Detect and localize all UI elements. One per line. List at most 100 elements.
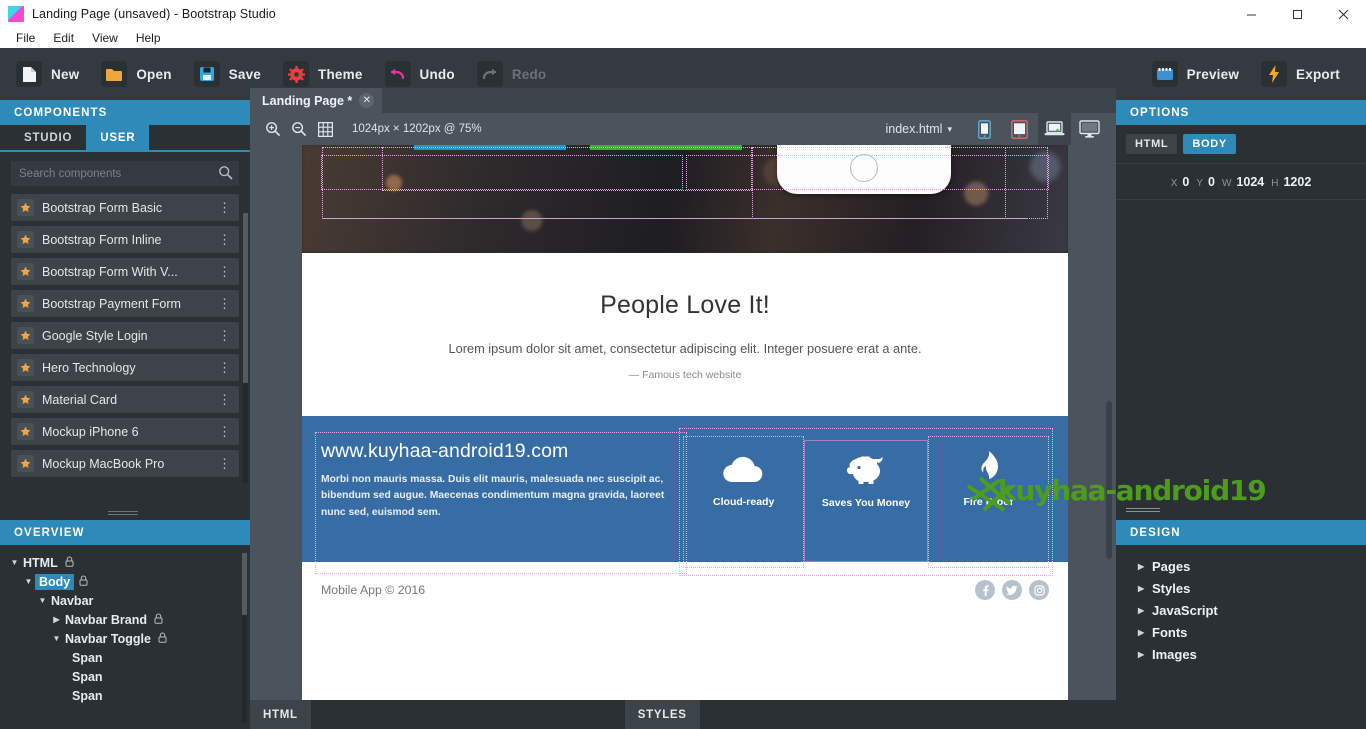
coord-value[interactable]: 0 <box>1208 175 1215 189</box>
list-item[interactable]: Bootstrap Form Inline ⋮ <box>11 226 239 253</box>
tree-node-span[interactable]: Span <box>0 667 250 686</box>
row-menu-icon[interactable]: ⋮ <box>218 392 233 408</box>
open-button[interactable]: Open <box>95 56 183 92</box>
facebook-icon[interactable] <box>975 580 995 600</box>
options-tab-body[interactable]: BODY <box>1183 134 1236 154</box>
menu-edit[interactable]: Edit <box>44 28 83 48</box>
zoom-out-icon[interactable] <box>286 116 312 142</box>
document-tab[interactable]: Landing Page * ✕ <box>250 88 383 113</box>
tree-node-span[interactable]: Span <box>0 686 250 705</box>
row-menu-icon[interactable]: ⋮ <box>218 360 233 376</box>
undo-button[interactable]: Undo <box>379 56 467 92</box>
page-preview[interactable]: People Love It! Lorem ipsum dolor sit am… <box>302 145 1068 703</box>
file-select[interactable]: index.html ▾ <box>885 122 952 136</box>
zoom-in-icon[interactable] <box>260 116 286 142</box>
tab-html[interactable]: HTML <box>250 700 311 729</box>
close-icon[interactable]: ✕ <box>359 93 375 108</box>
redo-button[interactable]: Redo <box>471 56 559 92</box>
coord-value[interactable]: 0 <box>1182 175 1189 189</box>
iphone-mockup[interactable] <box>777 145 951 194</box>
list-item[interactable]: Material Card ⋮ <box>11 386 239 413</box>
canvas-toolbar: 1024px × 1202px @ 75% index.html ▾ <box>250 113 1116 145</box>
options-tab-html[interactable]: HTML <box>1126 134 1178 154</box>
twitter-icon[interactable] <box>1002 580 1022 600</box>
list-item[interactable]: Bootstrap Payment Form ⋮ <box>11 290 239 317</box>
theme-button-label: Theme <box>318 66 363 82</box>
design-item-pages[interactable]: ▶ Pages <box>1116 555 1366 577</box>
components-resize-handle[interactable] <box>108 509 138 515</box>
device-desktop-button[interactable] <box>1073 113 1106 145</box>
maximize-button[interactable] <box>1274 0 1320 28</box>
testimonial-section[interactable]: People Love It! Lorem ipsum dolor sit am… <box>302 253 1068 416</box>
preview-button[interactable]: Preview <box>1146 56 1251 92</box>
chevron-right-icon[interactable]: ▶ <box>1138 628 1152 637</box>
chevron-right-icon[interactable]: ▶ <box>1138 606 1152 615</box>
close-button[interactable] <box>1320 0 1366 28</box>
feature-cloud-ready[interactable]: Cloud-ready <box>683 436 805 568</box>
search-input[interactable] <box>11 161 239 186</box>
minimize-button[interactable] <box>1228 0 1274 28</box>
hero-success-button[interactable] <box>590 145 742 150</box>
chevron-down-icon[interactable]: ▼ <box>22 577 35 586</box>
tab-user[interactable]: USER <box>86 125 150 150</box>
tree-node-span[interactable]: Span <box>0 648 250 667</box>
search-icon[interactable] <box>218 165 233 185</box>
list-item[interactable]: Mockup iPhone 6 ⋮ <box>11 418 239 445</box>
grid-icon[interactable] <box>312 116 338 142</box>
tree-node-navbar-toggle[interactable]: ▼ Navbar Toggle <box>0 629 250 648</box>
tree-node-body[interactable]: ▼ Body <box>0 572 250 591</box>
chevron-down-icon[interactable]: ▼ <box>50 634 63 643</box>
tree-node-html[interactable]: ▼ HTML <box>0 553 250 572</box>
menu-help[interactable]: Help <box>127 28 170 48</box>
chevron-right-icon[interactable]: ▶ <box>50 615 63 624</box>
feature-saves-money[interactable]: Saves You Money <box>804 440 928 562</box>
tab-studio[interactable]: STUDIO <box>10 125 86 150</box>
band-text-column[interactable]: www.kuyhaa-android19.com Morbi non mauri… <box>315 432 687 574</box>
hero-section[interactable] <box>302 145 1068 253</box>
instagram-icon[interactable] <box>1029 580 1049 600</box>
list-item[interactable]: Bootstrap Form With V... ⋮ <box>11 258 239 285</box>
options-resize-handle[interactable] <box>1126 506 1160 512</box>
device-tablet-button[interactable] <box>1003 113 1036 145</box>
hero-primary-button[interactable] <box>414 145 566 150</box>
coord-value[interactable]: 1202 <box>1283 175 1311 189</box>
design-item-javascript[interactable]: ▶ JavaScript <box>1116 599 1366 621</box>
tree-node-navbar[interactable]: ▼ Navbar <box>0 591 250 610</box>
export-button[interactable]: Export <box>1255 56 1352 92</box>
design-item-styles[interactable]: ▶ Styles <box>1116 577 1366 599</box>
design-item-fonts[interactable]: ▶ Fonts <box>1116 621 1366 643</box>
row-menu-icon[interactable]: ⋮ <box>218 456 233 472</box>
coord-value[interactable]: 1024 <box>1236 175 1264 189</box>
canvas-vertical-scrollbar[interactable] <box>1106 401 1112 559</box>
list-item[interactable]: Bootstrap Form Basic ⋮ <box>11 194 239 221</box>
chevron-right-icon[interactable]: ▶ <box>1138 562 1152 571</box>
tab-styles[interactable]: STYLES <box>624 700 700 729</box>
feature-band-section[interactable]: www.kuyhaa-android19.com Morbi non mauri… <box>302 416 1068 576</box>
chevron-right-icon[interactable]: ▶ <box>1138 650 1152 659</box>
design-item-images[interactable]: ▶ Images <box>1116 643 1366 665</box>
feature-fire-proof[interactable]: Fire Proof <box>927 436 1049 568</box>
chevron-right-icon[interactable]: ▶ <box>1138 584 1152 593</box>
chevron-down-icon[interactable]: ▼ <box>36 596 49 605</box>
chevron-down-icon[interactable]: ▼ <box>8 558 21 567</box>
save-button[interactable]: Save <box>188 56 273 92</box>
tree-node-navbar-brand[interactable]: ▶ Navbar Brand <box>0 610 250 629</box>
row-menu-icon[interactable]: ⋮ <box>218 232 233 248</box>
list-item[interactable]: Hero Technology ⋮ <box>11 354 239 381</box>
page-footer-section[interactable]: Mobile App © 2016 <box>302 155 1068 618</box>
overview-scrollbar-thumb[interactable] <box>242 553 247 615</box>
list-item[interactable]: Mockup MacBook Pro ⋮ <box>11 450 239 477</box>
row-menu-icon[interactable]: ⋮ <box>218 296 233 312</box>
row-menu-icon[interactable]: ⋮ <box>218 264 233 280</box>
device-laptop-button[interactable] <box>1038 113 1071 145</box>
new-button[interactable]: New <box>10 56 91 92</box>
list-item[interactable]: Google Style Login ⋮ <box>11 322 239 349</box>
device-phone-button[interactable] <box>968 113 1001 145</box>
theme-button[interactable]: Theme <box>277 56 375 92</box>
menu-file[interactable]: File <box>7 28 44 48</box>
components-scrollbar-thumb[interactable] <box>243 213 248 383</box>
row-menu-icon[interactable]: ⋮ <box>218 328 233 344</box>
row-menu-icon[interactable]: ⋮ <box>218 200 233 216</box>
row-menu-icon[interactable]: ⋮ <box>218 424 233 440</box>
menu-view[interactable]: View <box>83 28 127 48</box>
